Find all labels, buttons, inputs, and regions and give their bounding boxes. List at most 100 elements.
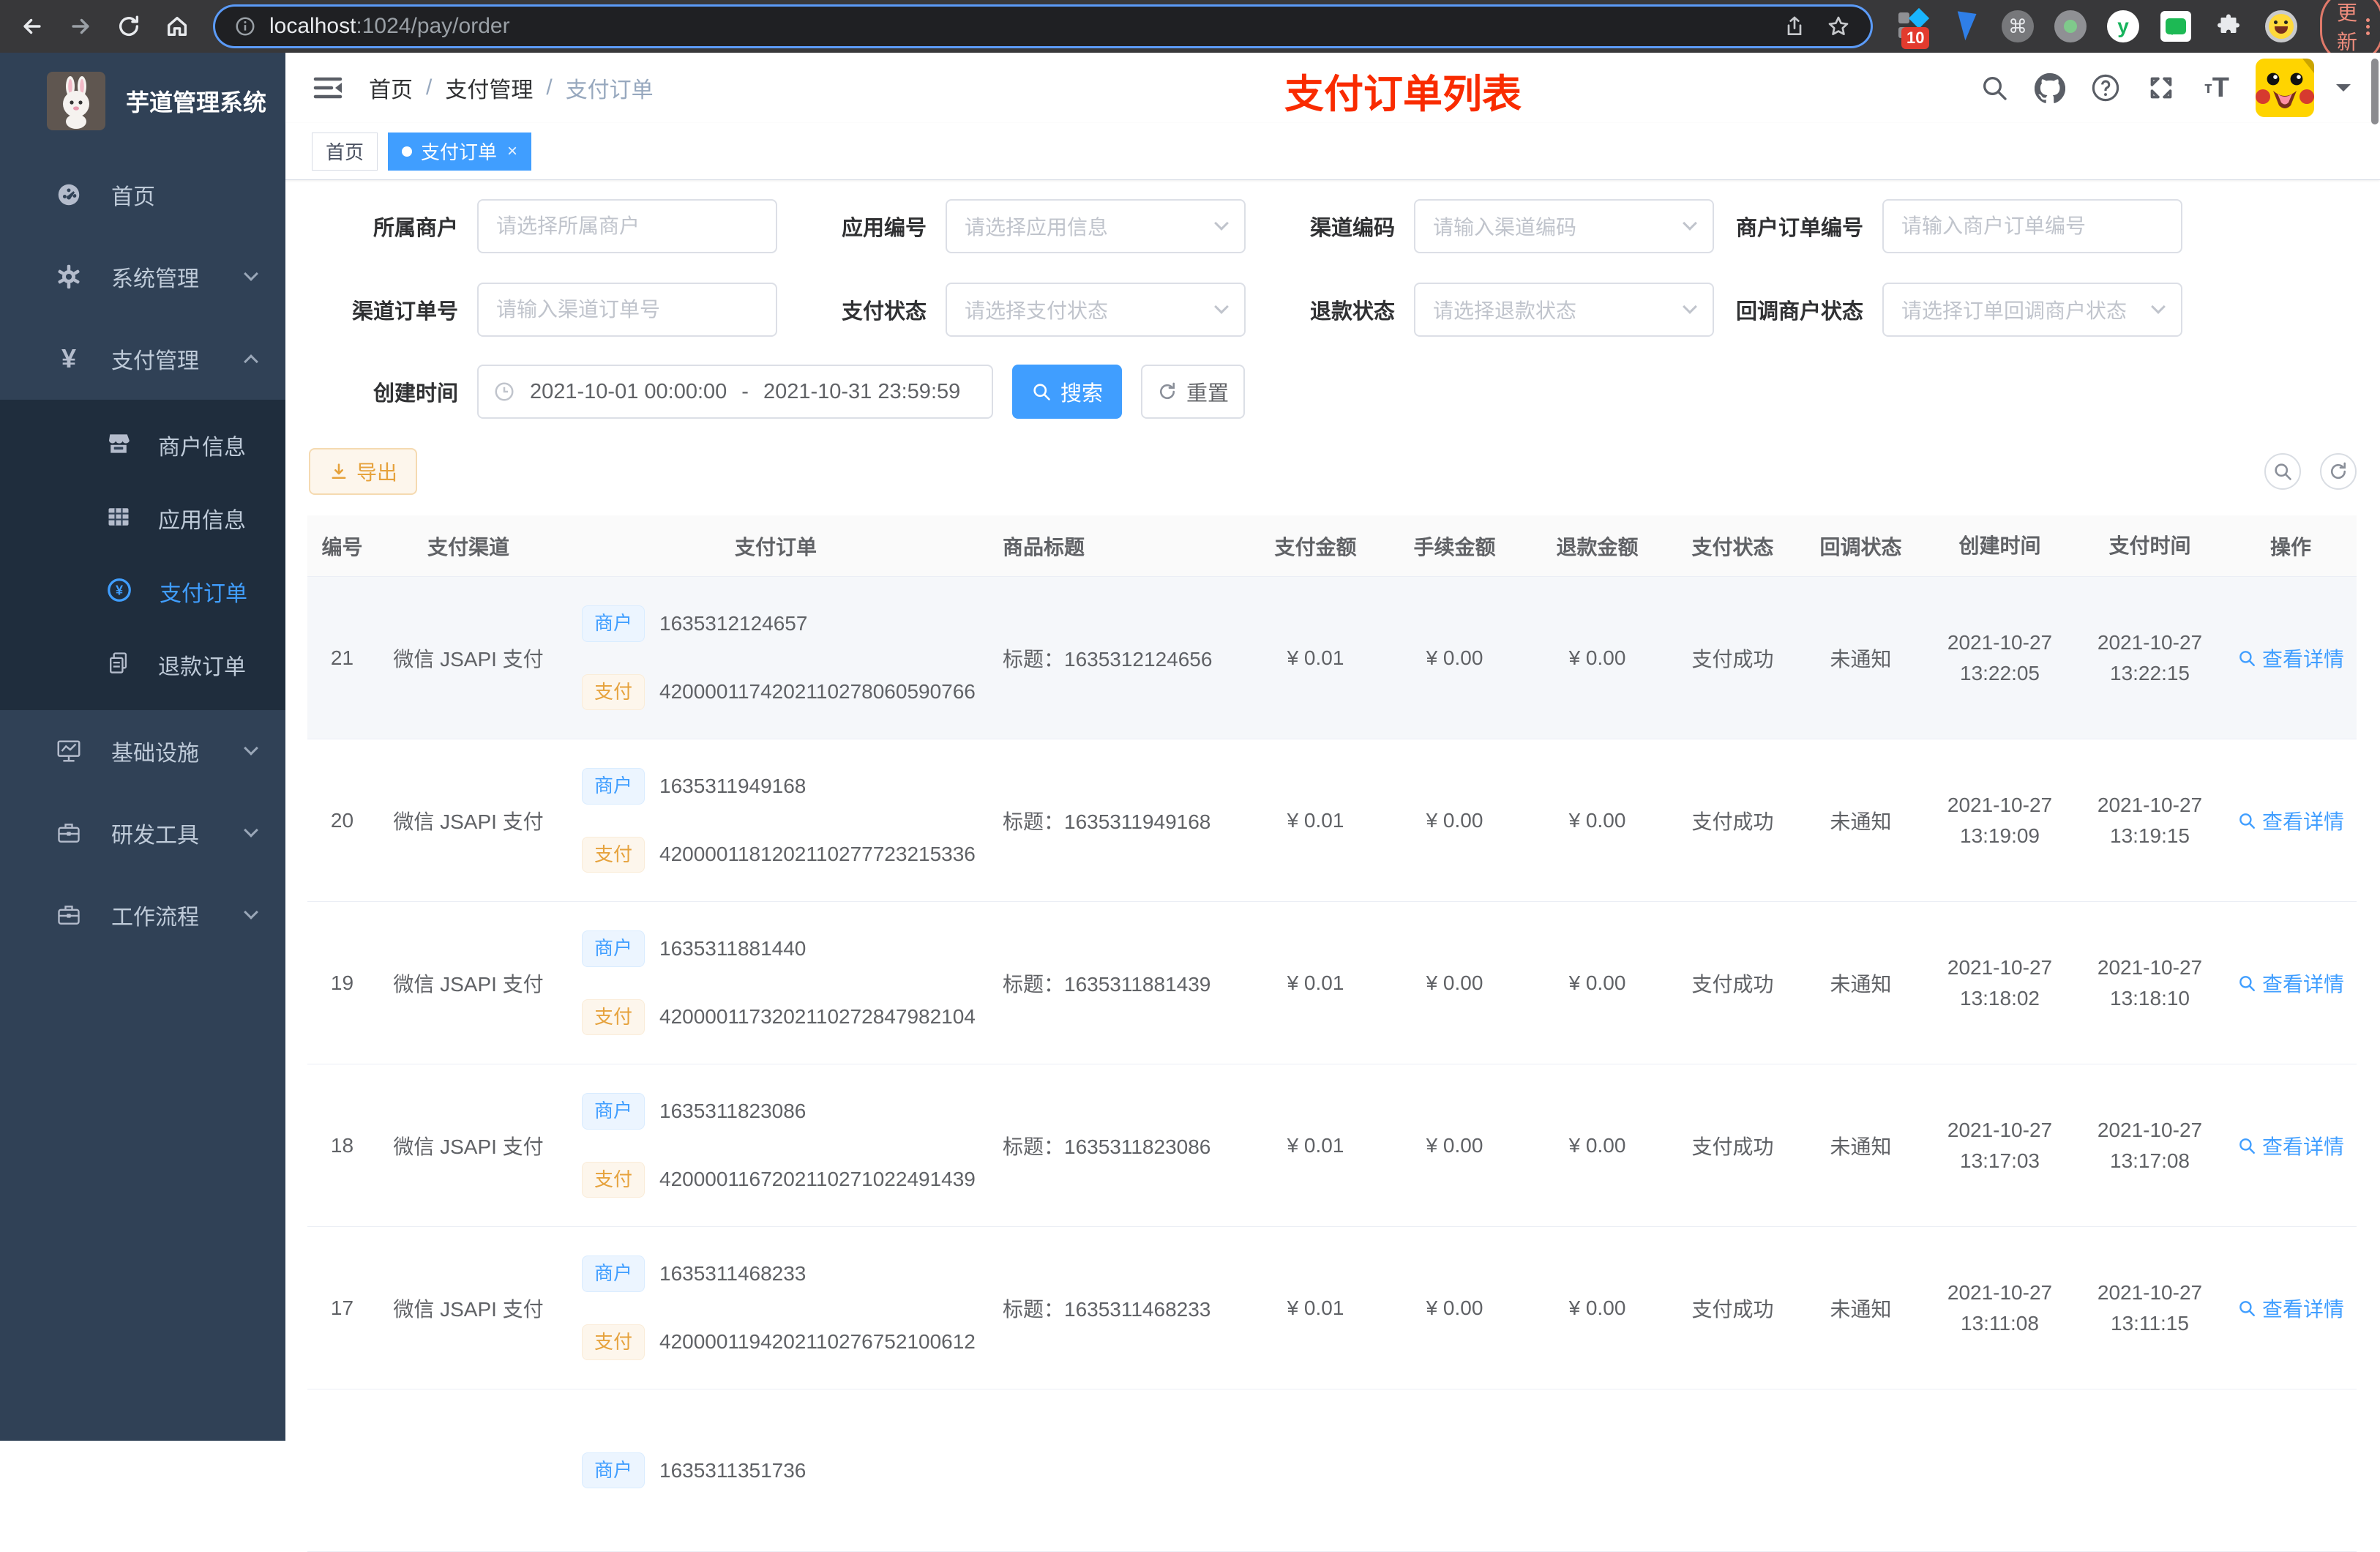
channel-code-select[interactable]: 请输入渠道编码 <box>1414 199 1714 253</box>
kite-extension-icon[interactable] <box>1948 10 1982 43</box>
view-detail-link[interactable]: 查看详情 <box>2237 969 2344 998</box>
svg-text:¥: ¥ <box>116 583 123 597</box>
merchant-order-no-input[interactable] <box>1882 199 2182 253</box>
merchant-tag: 商户 <box>582 1093 645 1129</box>
share-icon[interactable] <box>1783 15 1806 38</box>
site-info-icon[interactable] <box>234 15 256 37</box>
chevron-down-icon <box>1683 299 1697 314</box>
cell-id: 21 <box>307 577 377 739</box>
sidebar-item-label: 应用信息 <box>158 502 246 534</box>
refund-status-select[interactable]: 请选择退款状态 <box>1414 283 1714 337</box>
page-annotation-title: 支付订单列表 <box>1284 61 1522 119</box>
header-search-button[interactable] <box>1977 71 2011 105</box>
cell-id: 20 <box>307 739 377 901</box>
chat-extension-icon[interactable] <box>2159 10 2193 43</box>
breadcrumb-home[interactable]: 首页 <box>369 72 413 104</box>
browser-home-button[interactable] <box>161 10 193 42</box>
back-arrow-icon <box>20 14 45 39</box>
sidebar-item-infrastructure[interactable]: 基础设施 <box>0 710 285 792</box>
export-button[interactable]: 导出 <box>309 448 417 495</box>
avatar-dropdown-caret[interactable] <box>2336 84 2351 99</box>
view-detail-link[interactable]: 查看详情 <box>2237 1131 2344 1160</box>
sidebar-item-workflow[interactable]: 工作流程 <box>0 874 285 956</box>
question-circle-icon <box>2090 72 2121 103</box>
sidebar-item-merchant-info[interactable]: 商户信息 <box>0 408 285 482</box>
view-detail-link[interactable]: 查看详情 <box>2237 643 2344 673</box>
create-time-range-picker[interactable]: 2021-10-01 00:00:00 - 2021-10-31 23:59:5… <box>477 365 993 419</box>
app-no-select[interactable]: 请选择应用信息 <box>946 199 1246 253</box>
toggle-search-button[interactable] <box>2264 453 2301 490</box>
tag-close-icon[interactable]: × <box>507 141 517 162</box>
refresh-icon <box>1157 381 1178 402</box>
callback-status-select[interactable]: 请选择订单回调商户状态 <box>1882 283 2182 337</box>
cell-pay-channel: 微信 JSAPI 支付 <box>377 1227 560 1389</box>
address-bar[interactable]: localhost:1024/pay/order <box>215 7 1871 46</box>
record-extension-icon[interactable] <box>2054 10 2087 43</box>
column-header: 创建时间 <box>1925 515 2075 576</box>
font-size-button[interactable]: тT <box>2200 71 2234 105</box>
fullscreen-button[interactable] <box>2144 71 2178 105</box>
channel-pay-no: 4200001174202110278060590766 <box>659 680 976 704</box>
filter-form: 所属商户 应用编号 请选择应用信息 渠道编码 请输入渠道编码 商户订单编号 <box>285 199 2380 419</box>
update-label: 更新 <box>2337 0 2357 56</box>
cell-fee-amount: ¥ 0.00 <box>1383 1064 1526 1226</box>
sidebar-item-home[interactable]: 首页 <box>0 154 285 236</box>
gear-icon <box>53 264 85 290</box>
cell-pay-status: 支付成功 <box>1669 1064 1797 1226</box>
sidebar-item-refund-order[interactable]: 退款订单 <box>0 628 285 701</box>
bookmark-star-icon[interactable] <box>1827 15 1850 38</box>
help-button[interactable] <box>2089 71 2122 105</box>
sidebar-item-system[interactable]: 系统管理 <box>0 236 285 318</box>
page-scrollbar-thumb[interactable] <box>2371 59 2379 124</box>
app-logo-row[interactable]: 芋道管理系统 <box>0 53 285 149</box>
cell-pay-order: 商户 1635311949168 支付 42000011812021102777… <box>560 739 970 901</box>
cell-id: 18 <box>307 1064 377 1226</box>
tag-home[interactable]: 首页 <box>312 133 378 171</box>
cell-pay-amount: ¥ 0.01 <box>1248 577 1383 739</box>
cell-notify-status: 未通知 <box>1797 577 1925 739</box>
filter-label-pay-status: 支付状态 <box>777 294 946 325</box>
browser-back-button[interactable] <box>16 10 48 42</box>
merchant-input[interactable] <box>477 199 777 253</box>
cell-fee-amount <box>1383 1389 1526 1551</box>
column-header: 退款金额 <box>1526 515 1669 576</box>
view-detail-link[interactable]: 查看详情 <box>2237 806 2344 835</box>
pay-tag: 支付 <box>582 1324 645 1360</box>
pay-status-select[interactable]: 请选择支付状态 <box>946 283 1246 337</box>
cell-notify-status: 未通知 <box>1797 739 1925 901</box>
diamond-grid-extension-icon[interactable]: 10 <box>1896 10 1929 43</box>
tag-pay-order[interactable]: 支付订单 × <box>388 133 531 171</box>
reset-button[interactable]: 重置 <box>1141 365 1245 419</box>
github-link[interactable] <box>2033 71 2067 105</box>
sidebar-item-devtools[interactable]: 研发工具 <box>0 792 285 874</box>
browser-reload-button[interactable] <box>113 10 145 42</box>
sidebar-item-pay-order[interactable]: ¥ 支付订单 <box>0 555 285 628</box>
letter-y-extension-icon[interactable]: y <box>2106 10 2140 43</box>
sidebar-collapse-button[interactable] <box>312 72 344 104</box>
range-start-value: 2021-10-01 00:00:00 <box>530 380 727 404</box>
cell-product-title: 标题：1635311823086 <box>970 1064 1248 1226</box>
user-avatar[interactable] <box>2256 59 2314 117</box>
channel-order-no-input[interactable] <box>477 283 777 337</box>
channel-pay-no: 4200001173202110272847982104 <box>659 1005 976 1029</box>
cell-pay-order: 商户 1635311823086 支付 42000011672021102710… <box>560 1064 970 1226</box>
pay-tag: 支付 <box>582 1162 645 1198</box>
sidebar-item-label: 商户信息 <box>158 429 246 461</box>
refresh-table-button[interactable] <box>2320 453 2357 490</box>
table-row: 17 微信 JSAPI 支付 商户 1635311468233 支付 42000… <box>307 1227 2357 1389</box>
sidebar-item-payment[interactable]: ¥ 支付管理 <box>0 318 285 400</box>
search-button[interactable]: 搜索 <box>1012 365 1122 419</box>
browser-forward-button[interactable] <box>64 10 97 42</box>
active-tag-dot <box>402 146 412 157</box>
sidebar-item-app-info[interactable]: 应用信息 <box>0 482 285 555</box>
clock-icon <box>493 381 515 403</box>
cell-refund-amount: ¥ 0.00 <box>1526 739 1669 901</box>
emoji-extension-icon[interactable] <box>2264 10 2298 43</box>
breadcrumb-payment[interactable]: 支付管理 <box>445 72 533 104</box>
merchant-order-no: 1635311881440 <box>659 937 806 960</box>
view-detail-link[interactable]: 查看详情 <box>2237 1294 2344 1323</box>
command-extension-icon[interactable]: ⌘ <box>2001 10 2035 43</box>
puzzle-extensions-icon[interactable] <box>2212 10 2245 43</box>
range-end-value: 2021-10-31 23:59:59 <box>763 380 960 404</box>
top-navbar: 首页 / 支付管理 / 支付订单 支付订单列表 <box>285 53 2380 123</box>
